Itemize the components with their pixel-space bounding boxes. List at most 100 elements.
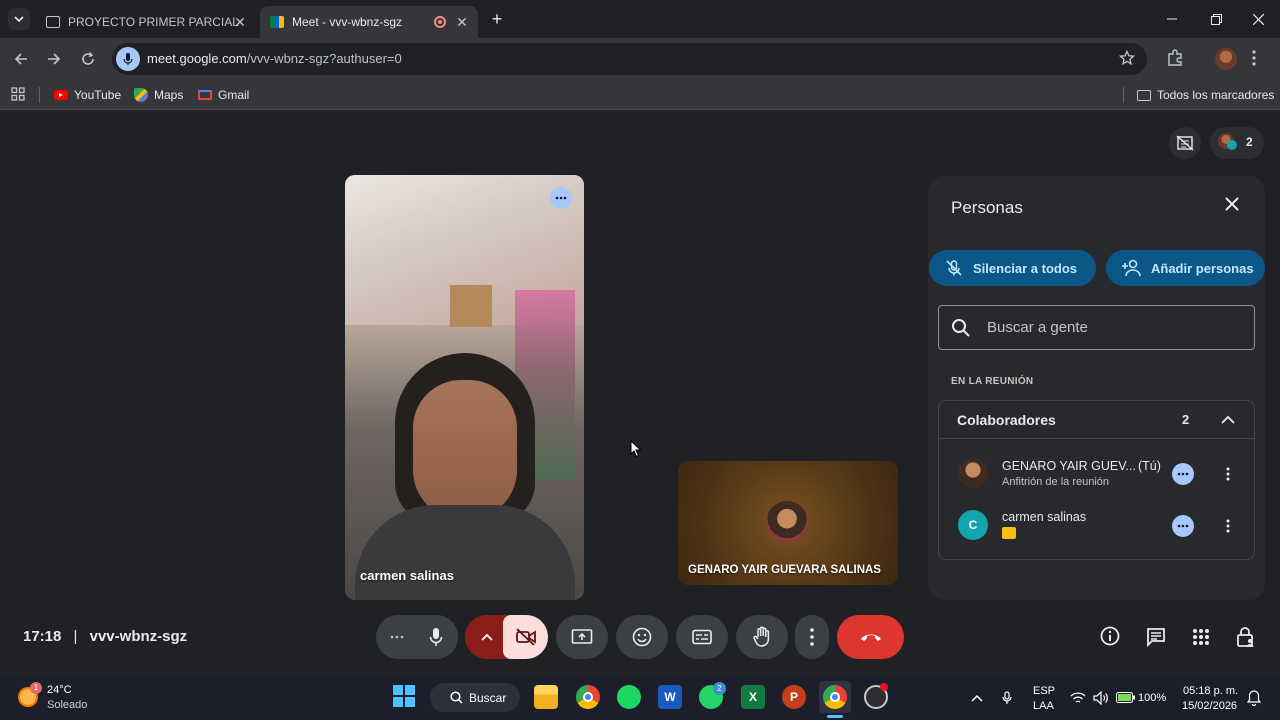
group-name: Colaboradores: [957, 412, 1056, 428]
reactions-button[interactable]: [616, 615, 668, 659]
apps-grid-icon[interactable]: [11, 87, 27, 103]
volume-icon[interactable]: [1093, 691, 1109, 705]
word-icon[interactable]: W: [658, 685, 682, 709]
participant-options-button[interactable]: [1172, 515, 1194, 537]
recording-icon: [434, 16, 446, 28]
minimize-button[interactable]: [1150, 0, 1194, 38]
meet-area: 2 carmen salinas GENARO YAIR GUEVARA SAL…: [0, 111, 1280, 675]
new-tab-button[interactable]: +: [486, 8, 508, 30]
meeting-info-button[interactable]: [1100, 626, 1122, 648]
notifications-icon[interactable]: [1247, 690, 1261, 706]
leave-call-button[interactable]: [837, 615, 904, 659]
forward-button[interactable]: [41, 46, 67, 72]
powerpoint-icon[interactable]: P: [782, 685, 806, 709]
weather-badge: 1: [30, 682, 42, 694]
taskbar-search[interactable]: Buscar: [430, 683, 520, 712]
mute-all-button[interactable]: Silenciar a todos: [929, 250, 1096, 286]
activities-button[interactable]: [1192, 628, 1212, 648]
wifi-icon[interactable]: [1070, 692, 1086, 704]
restore-button[interactable]: [1194, 0, 1238, 38]
search-people-input[interactable]: Buscar a gente: [938, 305, 1255, 350]
chrome-active-icon[interactable]: [819, 681, 851, 713]
minimize-icon: [1167, 18, 1177, 20]
add-person-icon: [1122, 259, 1141, 277]
battery-icon[interactable]: [1116, 692, 1136, 703]
section-label: EN LA REUNIÓN: [951, 376, 1034, 387]
clock-time[interactable]: 05:18 p. m.: [1183, 685, 1238, 697]
collaborators-header[interactable]: Colaboradores 2: [939, 401, 1254, 439]
add-people-button[interactable]: Añadir personas: [1106, 250, 1265, 286]
chat-button[interactable]: [1146, 627, 1168, 649]
clock-date[interactable]: 15/02/2026: [1182, 700, 1237, 712]
all-bookmarks-button[interactable]: Todos los marcadores: [1137, 86, 1274, 104]
reload-button[interactable]: [75, 46, 101, 72]
panel-title: Personas: [951, 198, 1023, 217]
host-controls-button[interactable]: [1236, 626, 1258, 650]
gmail-icon: [198, 90, 212, 100]
close-window-button[interactable]: [1236, 0, 1280, 38]
presentation-off-button[interactable]: [1169, 127, 1201, 159]
back-button[interactable]: [8, 46, 34, 72]
raise-hand-button[interactable]: [736, 615, 788, 659]
more-audio-options-button[interactable]: [376, 615, 458, 659]
language-bottom[interactable]: LAA: [1033, 700, 1054, 712]
bookmark-maps[interactable]: Maps: [134, 86, 183, 104]
browser-toolbar: meet.google.com/vvv-wbnz-sgz?authuser=0: [0, 38, 1280, 80]
participants-indicator[interactable]: 2: [1210, 127, 1264, 159]
profile-avatar[interactable]: [1215, 48, 1237, 70]
star-icon[interactable]: [1119, 50, 1137, 68]
tab-proyecto[interactable]: PROYECTO PRIMER PARCIAL ✕: [36, 6, 256, 38]
meeting-separator: |: [73, 628, 78, 645]
chevron-up-icon[interactable]: [481, 633, 493, 641]
person-name: GENARO YAIR GUEV...: [1002, 459, 1136, 473]
tile-options-button[interactable]: [550, 187, 572, 209]
close-icon[interactable]: ✕: [232, 14, 248, 30]
extensions-icon[interactable]: [1166, 49, 1186, 69]
close-panel-button[interactable]: [1224, 196, 1244, 216]
more-options-button[interactable]: [795, 615, 829, 659]
language-top[interactable]: ESP: [1033, 685, 1055, 697]
hand-icon: [753, 626, 770, 647]
video-tile-carmen[interactable]: carmen salinas: [345, 175, 584, 600]
chrome-menu-icon[interactable]: [1252, 50, 1260, 68]
captions-button[interactable]: [676, 615, 728, 659]
tab-meet[interactable]: Meet - vvv-wbnz-sgz ✕: [260, 6, 478, 38]
search-placeholder: Buscar a gente: [987, 319, 1088, 336]
classroom-icon: [46, 16, 60, 28]
bookmarks-bar: YouTube Maps Gmail Todos los marcadores: [0, 80, 1280, 110]
bookmark-youtube[interactable]: YouTube: [54, 86, 121, 104]
camera-off-button[interactable]: [503, 615, 548, 659]
chrome-icon[interactable]: [576, 685, 600, 709]
weather-widget[interactable]: 1 24°C Soleado: [18, 681, 138, 715]
mic-button[interactable]: [414, 615, 458, 659]
participant-options-button[interactable]: [1172, 463, 1194, 485]
video-tile-genaro[interactable]: GENARO YAIR GUEVARA SALINAS: [678, 461, 898, 585]
video-background-box: [450, 285, 492, 327]
chevron-up-icon[interactable]: [1221, 415, 1235, 425]
tab-search-button[interactable]: [8, 8, 30, 30]
more-vertical-icon[interactable]: [1226, 467, 1230, 481]
meeting-details: 17:18 | vvv-wbnz-sgz: [23, 628, 187, 645]
url-text[interactable]: meet.google.com/vvv-wbnz-sgz?authuser=0: [147, 51, 402, 66]
close-icon[interactable]: ✕: [454, 14, 470, 30]
mic-icon[interactable]: [1002, 691, 1012, 705]
more-horizontal-icon: [1177, 524, 1189, 528]
you-tag: (Tú): [1138, 459, 1161, 473]
mic-site-icon[interactable]: [116, 47, 140, 71]
excel-icon[interactable]: X: [741, 685, 765, 709]
avatar: C: [958, 510, 988, 540]
file-explorer-icon[interactable]: [534, 685, 558, 709]
weather-temp: 24°C: [47, 684, 72, 696]
more-vertical-icon[interactable]: [1226, 519, 1230, 533]
avatar: [1227, 140, 1237, 150]
presenting-badge-icon: [1002, 527, 1016, 539]
participant-count: 2: [1246, 135, 1253, 149]
windows-logo-icon: [393, 685, 415, 707]
spotify-icon[interactable]: [617, 685, 641, 709]
chevron-up-icon[interactable]: [971, 694, 983, 702]
start-button[interactable]: [393, 685, 417, 709]
address-bar[interactable]: meet.google.com/vvv-wbnz-sgz?authuser=0: [112, 43, 1147, 75]
present-button[interactable]: [556, 615, 608, 659]
bookmark-gmail[interactable]: Gmail: [198, 86, 249, 104]
close-icon: [1252, 13, 1264, 25]
